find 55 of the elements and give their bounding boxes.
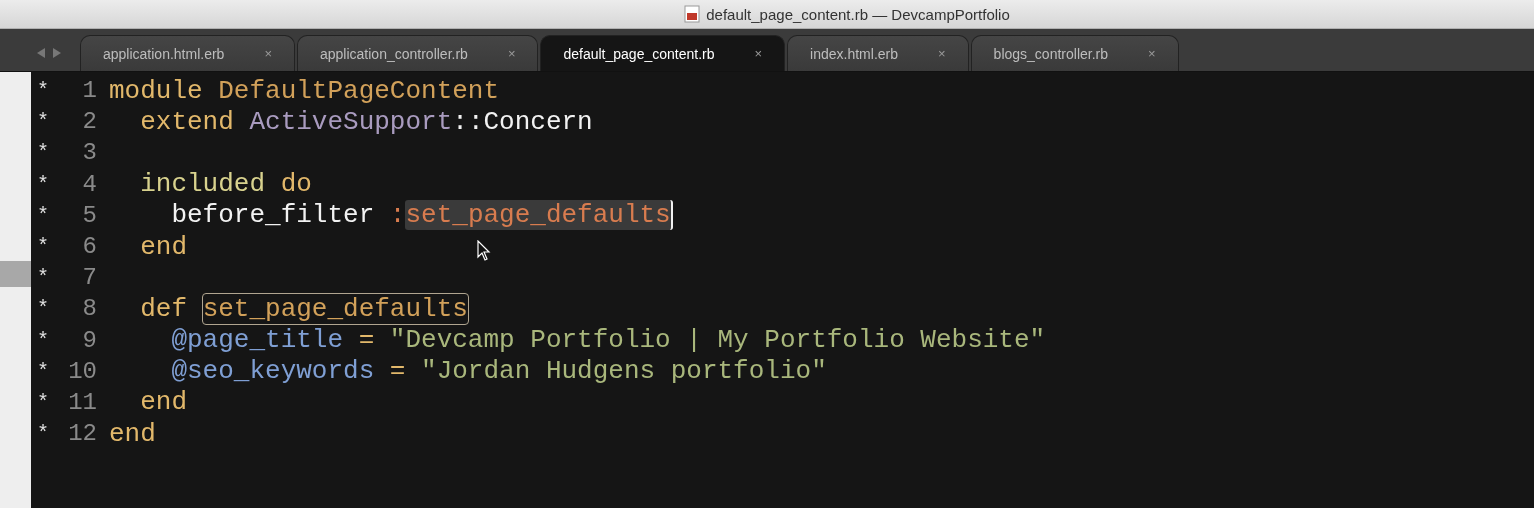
code-line: end	[139, 231, 187, 262]
close-tab-button[interactable]: ×	[507, 46, 516, 61]
code-line: extend ActiveSupport::Concern	[139, 106, 593, 137]
tab[interactable]: index.html.erb ×	[787, 35, 969, 71]
close-tab-button[interactable]: ×	[754, 46, 763, 61]
modified-marker: *	[37, 359, 49, 383]
tab[interactable]: blogs_controller.rb ×	[970, 35, 1179, 71]
modified-marker: *	[37, 110, 49, 134]
mouse-pointer-icon	[477, 240, 491, 262]
modified-marker: *	[37, 79, 49, 103]
code-line: def set_page_defaults	[139, 293, 468, 324]
modified-marker: *	[37, 390, 49, 414]
line-number: 12	[68, 420, 97, 448]
modified-marker: *	[37, 172, 49, 196]
tab-label: default_page_content.rb	[563, 45, 715, 62]
scroll-thumb[interactable]	[0, 261, 31, 287]
code-line: end	[109, 418, 156, 449]
code-line: end	[139, 387, 187, 418]
close-tab-button[interactable]: ×	[1148, 46, 1156, 61]
line-number: 10	[68, 357, 97, 385]
tab-label: index.html.erb	[810, 45, 898, 62]
tab[interactable]: application_controller.rb ×	[297, 35, 539, 71]
modified-marker: *	[37, 266, 49, 290]
line-number: 7	[82, 264, 97, 292]
modified-marker: *	[37, 422, 49, 446]
window-title: default_page_content.rb — DevcampPortfolio	[706, 5, 1010, 23]
modified-marker: *	[37, 141, 49, 165]
tab-label: application_controller.rb	[320, 45, 468, 62]
line-number: 5	[82, 201, 97, 229]
modified-marker: *	[37, 297, 49, 321]
line-number: 3	[82, 139, 97, 167]
close-tab-button[interactable]: ×	[264, 46, 272, 61]
tab[interactable]: default_page_content.rb ×	[540, 35, 786, 71]
code-line: @page_title = "Devcamp Portfolio | My Portfolio Website"	[170, 325, 1046, 356]
line-number: 2	[82, 108, 97, 136]
code-line: module DefaultPageContent	[109, 75, 500, 106]
modified-marker: *	[37, 203, 49, 227]
line-number: 11	[68, 388, 97, 416]
tab-label: application.html.erb	[103, 45, 225, 62]
line-number: 1	[82, 77, 97, 105]
line-number: 8	[82, 295, 97, 323]
modified-marker: *	[37, 328, 49, 352]
tab-label: blogs_controller.rb	[993, 45, 1108, 62]
ruby-file-icon	[684, 5, 701, 23]
modified-marker: *	[37, 235, 49, 259]
back-arrow-icon[interactable]	[36, 47, 46, 59]
code-line: before_filter :set_page_defaults	[170, 200, 673, 231]
line-number: 4	[82, 170, 97, 198]
line-number: 6	[82, 233, 97, 261]
line-number: 9	[82, 326, 97, 354]
code-line: @seo_keywords = "Jordan Hudgens portfolio"	[170, 356, 827, 387]
forward-arrow-icon[interactable]	[52, 47, 62, 59]
close-tab-button[interactable]: ×	[938, 46, 946, 61]
code-line: included do	[139, 169, 312, 200]
tab[interactable]: application.html.erb ×	[80, 35, 295, 71]
